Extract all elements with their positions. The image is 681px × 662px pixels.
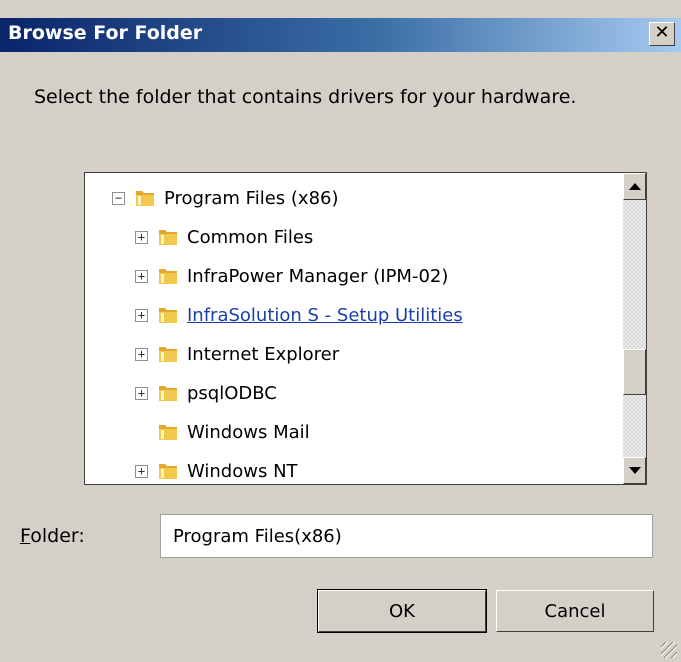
expand-toggle[interactable]: +	[135, 386, 148, 400]
folder-tree-content: − Program Files (x86) + Common Files + InfraP…	[85, 173, 623, 484]
folder-label-accelerator: F	[20, 525, 31, 547]
folder-icon	[159, 230, 177, 245]
tree-item[interactable]: + Windows NT	[135, 456, 298, 484]
folder-icon	[136, 191, 154, 206]
tree-item[interactable]: + Internet Explorer	[135, 339, 339, 369]
arrow-down-icon	[628, 467, 641, 474]
folder-icon	[159, 269, 177, 284]
tree-item[interactable]: Windows Mail	[135, 417, 310, 447]
tree-item[interactable]: + psqlODBC	[135, 378, 277, 408]
folder-input[interactable]	[160, 514, 653, 558]
expand-toggle[interactable]: +	[135, 464, 148, 478]
tree-item[interactable]: + InfraSolution S - Setup Utilities	[135, 300, 463, 330]
folder-icon	[159, 464, 177, 479]
browse-for-folder-dialog: Browse For Folder ✕ Select the folder th…	[0, 0, 681, 662]
close-icon: ✕	[654, 22, 670, 43]
resize-grip[interactable]	[661, 642, 677, 658]
vertical-scrollbar[interactable]	[623, 173, 646, 484]
folder-icon	[159, 425, 177, 440]
tree-item[interactable]: + Common Files	[135, 222, 313, 252]
collapse-toggle[interactable]: −	[112, 191, 125, 205]
folder-icon	[159, 386, 177, 401]
tree-item-label: InfraPower Manager (IPM-02)	[187, 265, 449, 287]
no-toggle	[135, 426, 148, 439]
ok-button[interactable]: OK	[317, 589, 487, 633]
close-button[interactable]: ✕	[649, 22, 675, 46]
arrow-up-icon	[628, 183, 641, 190]
expand-toggle[interactable]: +	[135, 230, 148, 244]
folder-tree[interactable]: − Program Files (x86) + Common Files + InfraP…	[84, 172, 647, 485]
tree-item-label: Common Files	[187, 226, 314, 248]
tree-item-label: psqlODBC	[187, 382, 277, 404]
tree-item-label: Windows NT	[187, 460, 298, 482]
folder-icon	[159, 347, 177, 362]
expand-toggle[interactable]: +	[135, 269, 148, 283]
tree-item-label: Windows Mail	[187, 421, 310, 443]
folder-label: Folder:	[20, 525, 85, 547]
window-title: Browse For Folder	[8, 22, 203, 44]
scroll-up-button[interactable]	[623, 173, 646, 200]
tree-item[interactable]: − Program Files (x86)	[112, 183, 339, 213]
folder-icon	[159, 308, 177, 323]
cancel-button[interactable]: Cancel	[496, 590, 654, 632]
tree-item-label: Internet Explorer	[187, 343, 340, 365]
tree-item[interactable]: + InfraPower Manager (IPM-02)	[135, 261, 448, 291]
instruction-text: Select the folder that contains drivers …	[34, 86, 577, 108]
folder-label-text: older:	[30, 525, 85, 547]
expand-toggle[interactable]: +	[135, 308, 148, 322]
tree-item-label: InfraSolution S - Setup Utilities	[187, 304, 463, 326]
scrollbar-thumb[interactable]	[623, 349, 646, 395]
scroll-down-button[interactable]	[623, 457, 646, 484]
tree-item-label: Program Files (x86)	[164, 187, 339, 209]
expand-toggle[interactable]: +	[135, 347, 148, 361]
title-bar[interactable]: Browse For Folder ✕	[0, 18, 681, 52]
